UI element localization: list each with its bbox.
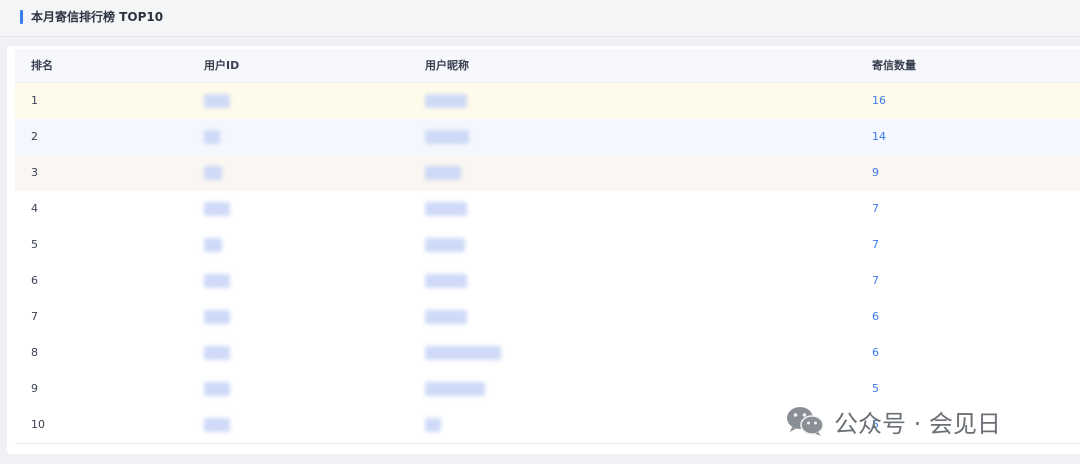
cell-nickname-redacted	[425, 94, 467, 108]
ranking-table: 排名 用户ID 用户昵称 寄信数量 1 16 2 14 3 9 4 7 5 7 6 7 7 6 8 6 9 5 10…	[7, 46, 1080, 454]
cell-user-id-redacted	[204, 94, 230, 108]
cell-rank: 6	[31, 274, 38, 287]
cell-nickname-redacted	[425, 166, 461, 180]
wechat-icon	[787, 407, 824, 436]
cell-rank: 10	[31, 418, 45, 431]
section-header: 本月寄信排行榜 TOP10	[0, 0, 1080, 37]
table-row: 67	[15, 263, 1080, 300]
cell-letter-count: 14	[872, 130, 886, 143]
table-header: 排名 用户ID 用户昵称 寄信数量	[15, 49, 1080, 83]
cell-user-id-redacted	[204, 382, 230, 396]
header-rank: 排名	[31, 59, 53, 72]
cell-letter-count: 7	[872, 274, 879, 287]
cell-letter-count: 7	[872, 202, 879, 215]
cell-nickname-redacted	[425, 418, 441, 432]
cell-nickname-redacted	[425, 274, 467, 288]
cell-rank: 8	[31, 346, 38, 359]
table-row: 39	[15, 155, 1080, 192]
page: 本月寄信排行榜 TOP10 排名 用户ID 用户昵称 寄信数量 1 16 2 14 3 9…	[0, 0, 1080, 464]
cell-rank: 4	[31, 202, 38, 215]
cell-nickname-redacted	[425, 382, 485, 396]
cell-user-id-redacted	[204, 202, 230, 216]
header-user-id: 用户ID	[204, 59, 240, 72]
header-nickname: 用户昵称	[425, 59, 469, 72]
cell-nickname-redacted	[425, 310, 467, 324]
cell-rank: 9	[31, 382, 38, 395]
cell-nickname-redacted	[425, 346, 501, 360]
cell-rank: 7	[31, 310, 38, 323]
cell-letter-count: 6	[872, 346, 879, 359]
table-row: 2 14	[15, 119, 1080, 156]
cell-letter-count: 7	[872, 238, 879, 251]
table-row: 57	[15, 227, 1080, 264]
title-accent-bar	[20, 10, 23, 24]
cell-letter-count: 9	[872, 166, 879, 179]
cell-nickname-redacted	[425, 130, 469, 144]
cell-user-id-redacted	[204, 130, 220, 144]
cell-user-id-redacted	[204, 166, 222, 180]
cell-rank: 3	[31, 166, 38, 179]
watermark: 公众号 · 会见日	[784, 403, 1001, 439]
cell-rank: 2	[31, 130, 38, 143]
table-row: 1 16	[15, 83, 1080, 120]
table-row: 86	[15, 335, 1080, 372]
cell-letter-count: 6	[872, 310, 879, 323]
watermark-text: 公众号 · 会见日	[834, 409, 1001, 438]
cell-user-id-redacted	[204, 418, 230, 432]
table-row: 47	[15, 191, 1080, 228]
cell-user-id-redacted	[204, 310, 230, 324]
section-title: 本月寄信排行榜 TOP10	[31, 10, 164, 24]
cell-nickname-redacted	[425, 238, 465, 252]
cell-letter-count: 16	[872, 94, 886, 107]
table-row: 76	[15, 299, 1080, 336]
cell-user-id-redacted	[204, 274, 230, 288]
cell-user-id-redacted	[204, 346, 230, 360]
cell-rank: 5	[31, 238, 38, 251]
header-letter-count: 寄信数量	[872, 59, 916, 72]
cell-rank: 1	[31, 94, 38, 107]
cell-nickname-redacted	[425, 202, 467, 216]
cell-user-id-redacted	[204, 238, 222, 252]
cell-letter-count: 5	[872, 382, 879, 395]
